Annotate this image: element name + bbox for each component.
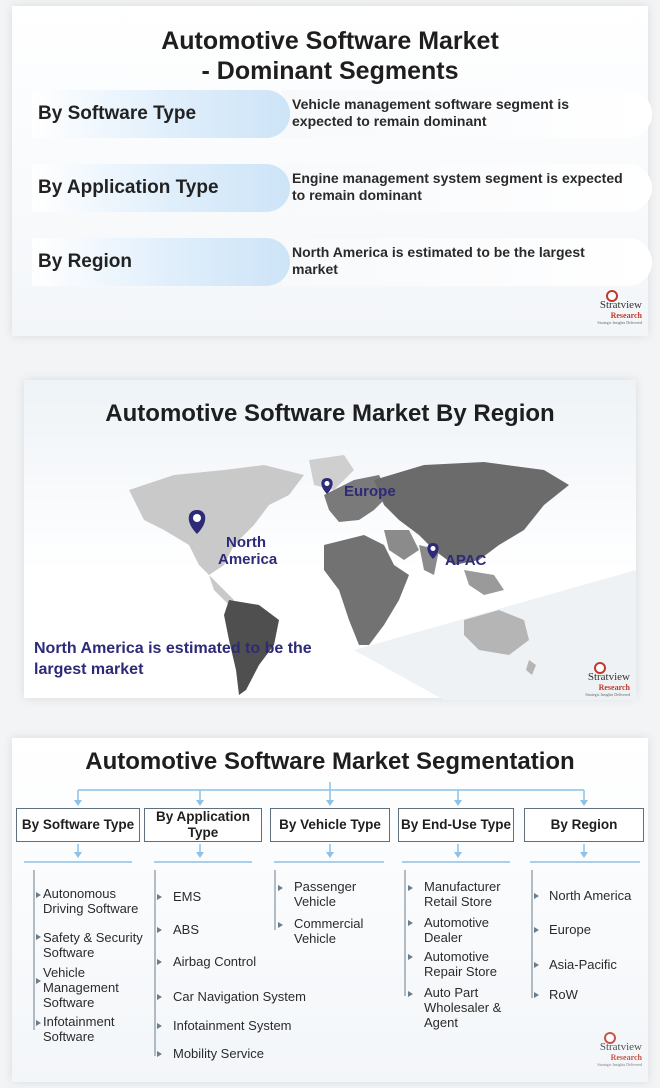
stratview-logo: Stratview Research Strategic Insights De… [572, 290, 642, 325]
bullet-triangle-icon [36, 978, 41, 984]
panel-title: Automotive Software Market By Region [105, 400, 555, 427]
category-box-end-use-type: By End-Use Type [398, 808, 514, 842]
list-item: Mobility Service [173, 1046, 265, 1061]
bullet-triangle-icon [157, 927, 162, 933]
stratview-logo: Stratview Research Strategic Insights De… [572, 1032, 642, 1067]
list-item: North America [549, 888, 632, 903]
bullet-triangle-icon [278, 885, 283, 891]
bullet-triangle-icon [36, 1020, 41, 1026]
bullet-triangle-icon [408, 920, 413, 926]
list-item: Vehicle Management Software [43, 965, 119, 1010]
segment-row: By Application Type Engine management sy… [32, 164, 652, 216]
list-item: Europe [549, 922, 591, 937]
list-item: Safety & Security Software [43, 930, 143, 960]
region-label-europe: Europe [344, 483, 396, 500]
segment-row: By Region North America is estimated to … [32, 238, 652, 290]
segment-label: By Application Type [38, 177, 219, 198]
panel-title: Automotive Software Market - Dominant Se… [12, 26, 648, 86]
list-item: Passenger Vehicle [294, 879, 357, 909]
bullet-triangle-icon [534, 927, 539, 933]
bullet-triangle-icon [534, 893, 539, 899]
list-item: Automotive Dealer [424, 915, 490, 945]
bullet-triangle-icon [408, 885, 413, 891]
list-item: Airbag Control [173, 954, 257, 969]
bullet-triangle-icon [157, 894, 162, 900]
list-item: ABS [173, 922, 200, 937]
segment-label: By Software Type [38, 103, 197, 124]
segment-description: Engine management system segment is expe… [292, 170, 623, 203]
region-map-panel: Automotive Software Market By Region Nor… [24, 380, 636, 700]
list-item: Car Navigation System [173, 989, 306, 1004]
stratview-logo: Stratview Research Strategic Insights De… [558, 662, 630, 697]
segment-label: By Region [38, 251, 132, 272]
bullet-triangle-icon [534, 962, 539, 968]
list-item: Autonomous Driving Software [43, 886, 139, 916]
bullet-triangle-icon [157, 959, 162, 965]
segment-description: Vehicle management software segment is e… [292, 96, 569, 129]
list-item: Commercial Vehicle [294, 916, 364, 946]
region-label-apac: APAC [445, 552, 487, 569]
bullet-triangle-icon [36, 934, 41, 940]
list-item: Infotainment System [173, 1018, 292, 1033]
bullet-triangle-icon [534, 992, 539, 998]
list-item: Manufacturer Retail Store [424, 879, 501, 909]
list-item: Auto Part Wholesaler & Agent [424, 985, 502, 1030]
bullet-triangle-icon [36, 892, 41, 898]
panel-title-line1: Automotive Software Market [161, 27, 499, 55]
bullet-triangle-icon [278, 922, 283, 928]
list-item: RoW [549, 987, 578, 1002]
list-item: Infotainment Software [43, 1014, 115, 1044]
bullet-triangle-icon [408, 954, 413, 960]
bullet-triangle-icon [157, 1023, 162, 1029]
category-box-region: By Region [524, 808, 644, 842]
segment-row: By Software Type Vehicle management soft… [32, 90, 652, 142]
segmentation-panel: Automotive Software Market Segmentation [12, 738, 648, 1082]
category-box-software-type: By Software Type [16, 808, 140, 842]
bullet-triangle-icon [157, 994, 162, 1000]
segment-description: North America is estimated to be the lar… [292, 244, 585, 277]
category-box-vehicle-type: By Vehicle Type [270, 808, 390, 842]
dominant-segments-panel: Automotive Software Market - Dominant Se… [12, 6, 652, 336]
list-item: EMS [173, 889, 202, 904]
region-label-north-america: North America [218, 534, 278, 568]
panel-title-line2: - Dominant Segments [201, 57, 459, 85]
list-item: Asia-Pacific [549, 957, 617, 972]
bullet-triangle-icon [408, 991, 413, 997]
category-box-application-type: By Application Type [144, 808, 262, 842]
region-note: North America is estimated to be the lar… [34, 640, 312, 678]
bullet-triangle-icon [157, 1051, 162, 1057]
list-item: Automotive Repair Store [424, 949, 497, 979]
